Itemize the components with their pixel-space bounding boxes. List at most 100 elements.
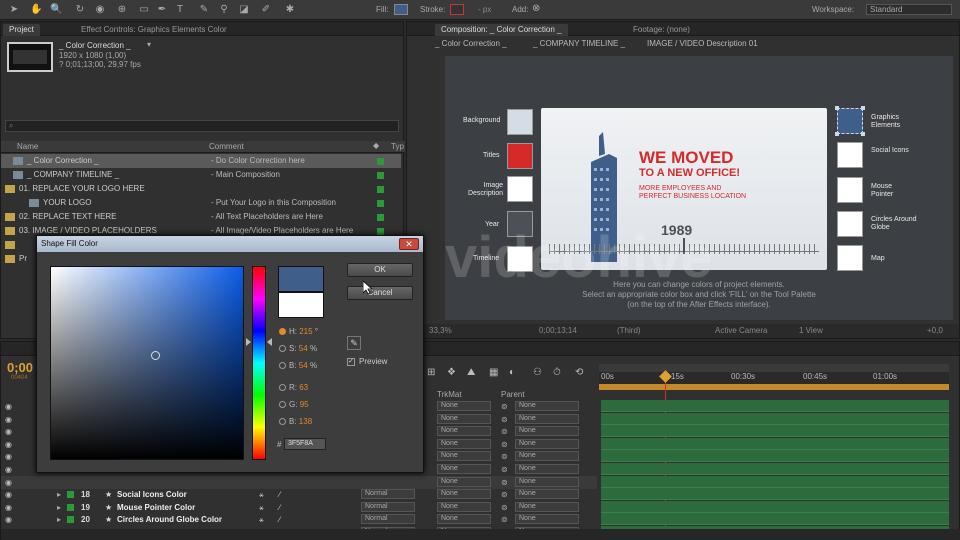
layer-duration-bar[interactable] — [601, 475, 949, 488]
swatch-map[interactable] — [837, 245, 863, 271]
trkmat-select[interactable]: None — [437, 438, 491, 449]
trkmat-select[interactable]: None — [437, 464, 491, 474]
layer-name[interactable]: Social Icons Color — [117, 488, 187, 501]
brightness-radio[interactable] — [279, 362, 286, 369]
red-radio[interactable] — [279, 384, 286, 391]
parent-select[interactable]: None — [515, 451, 579, 462]
pickwhip-icon[interactable]: ⊚ — [501, 400, 508, 413]
blue-radio[interactable] — [279, 418, 286, 425]
green-field[interactable]: G: 95 — [279, 399, 309, 411]
swatch-mouse-pointer[interactable] — [837, 177, 863, 203]
parent-select[interactable]: None — [515, 464, 579, 474]
workspace-select[interactable]: Standard — [866, 4, 952, 15]
shy-switch-icon[interactable]: ⚹ — [259, 488, 264, 501]
tab-footage[interactable]: Footage: (none) — [627, 24, 696, 36]
fill-color-swatch[interactable] — [394, 4, 408, 15]
eye-icon[interactable]: ◉ — [5, 425, 12, 438]
camera-tool-icon[interactable]: ◉ — [94, 4, 106, 16]
trkmat-select[interactable]: None — [437, 489, 491, 500]
graph-editor-icon[interactable]: ⚇ — [533, 367, 542, 378]
eye-icon[interactable]: ◉ — [5, 463, 12, 476]
hue-slider[interactable] — [252, 266, 266, 460]
brightness-field[interactable]: B: 54 % — [279, 360, 317, 372]
col-comment[interactable]: Comment — [209, 142, 244, 151]
eyedropper-icon[interactable]: ✎ — [347, 336, 361, 350]
quality-switch-icon[interactable]: ∕ — [279, 488, 280, 501]
eye-icon[interactable]: ◉ — [5, 400, 12, 413]
puppet-tool-icon[interactable]: ✱ — [284, 4, 296, 16]
layer-duration-bar[interactable] — [601, 450, 949, 463]
swatch-social-icons[interactable] — [837, 142, 863, 168]
layer-duration-bar[interactable] — [601, 463, 949, 475]
trkmat-select[interactable]: None — [437, 501, 491, 512]
preview-checkbox[interactable]: ✓ — [347, 358, 355, 366]
saturation-field[interactable]: S: 54 % — [279, 343, 317, 355]
red-field[interactable]: R: 63 — [279, 382, 308, 394]
blue-field[interactable]: B: 138 — [279, 416, 312, 428]
pickwhip-icon[interactable]: ⊚ — [501, 438, 508, 451]
timeline-timecode[interactable]: 0;00 — [7, 360, 33, 375]
composition-canvas[interactable]: Background Titles Image Description Year… — [445, 56, 953, 320]
old-color-swatch[interactable] — [278, 292, 324, 318]
trkmat-select[interactable]: None — [437, 401, 491, 411]
blend-mode-select[interactable]: Normal — [361, 514, 415, 525]
parent-select[interactable]: None — [515, 514, 579, 525]
pickwhip-icon[interactable]: ⊚ — [501, 450, 508, 463]
pickwhip-icon[interactable]: ⊚ — [501, 488, 508, 501]
pen-tool-icon[interactable]: ✒ — [156, 4, 168, 16]
eraser-tool-icon[interactable]: ◪ — [238, 4, 250, 16]
comp-timecode[interactable]: 0;00;13;14 — [539, 326, 577, 335]
layer-duration-bar[interactable] — [601, 488, 949, 501]
stopwatch-icon[interactable]: ⏱ — [553, 367, 561, 378]
layer-label-color[interactable] — [67, 503, 74, 511]
brush-tool-icon[interactable]: ✎ — [198, 4, 210, 16]
project-row-company-timeline[interactable]: _ COMPANY TIMELINE _ - Main Composition — [1, 168, 401, 182]
pickwhip-icon[interactable]: ⊚ — [501, 463, 508, 476]
quality-switch-icon[interactable]: ∕ — [279, 501, 280, 514]
eye-icon[interactable]: ◉ — [5, 513, 12, 526]
green-radio[interactable] — [279, 401, 286, 408]
eye-icon[interactable]: ◉ — [5, 413, 12, 426]
project-row-folder-text[interactable]: 02. REPLACE TEXT HERE - All Text Placehol… — [1, 210, 401, 224]
eye-icon[interactable]: ◉ — [5, 488, 12, 501]
camera-select[interactable]: Active Camera — [715, 326, 767, 335]
project-row-your-logo[interactable]: YOUR LOGO - Put Your Logo in this Composi… — [1, 196, 401, 210]
layer-duration-bar[interactable] — [601, 425, 949, 438]
timeline-layer-row[interactable]: ◉ None ⊚ None — [1, 475, 597, 489]
timeline-layer-row[interactable]: ◉ ▸ 19 ★ Mouse Pointer Color ⚹ ∕ Normal None ⊚ Non… — [1, 501, 597, 514]
parent-select[interactable]: None — [515, 401, 579, 411]
frame-blending-icon[interactable]: ▦ — [489, 367, 498, 378]
pickwhip-icon[interactable]: ⊚ — [501, 413, 508, 426]
draft-3d-icon[interactable]: ❖ — [447, 367, 456, 378]
tab-project[interactable]: Project — [3, 24, 40, 36]
view-select[interactable]: 1 View — [799, 326, 823, 335]
saturation-radio[interactable] — [279, 345, 286, 352]
rotate-tool-icon[interactable]: ↻ — [74, 4, 86, 16]
shy-layers-icon[interactable]: ⛰ — [467, 367, 475, 378]
project-row-folder-logo[interactable]: 01. REPLACE YOUR LOGO HERE — [1, 182, 401, 196]
blend-mode-select[interactable]: Normal — [361, 489, 415, 500]
eye-icon[interactable]: ◉ — [5, 501, 12, 514]
pickwhip-icon[interactable]: ⊚ — [501, 513, 508, 526]
hue-radio[interactable] — [279, 328, 286, 335]
motion-blur-icon[interactable]: ◐ — [509, 367, 515, 378]
swatch-graphics-elements[interactable] — [835, 106, 865, 136]
stroke-width-value[interactable]: - px — [478, 5, 491, 14]
swatch-titles[interactable] — [507, 143, 533, 169]
ok-button[interactable]: OK — [347, 263, 413, 277]
blend-mode-select[interactable]: Normal — [361, 501, 415, 512]
project-search-input[interactable]: ⌕ — [5, 120, 399, 132]
color-picker-cursor[interactable] — [151, 351, 160, 360]
pan-behind-tool-icon[interactable]: ⊕ — [116, 4, 128, 16]
hand-tool-icon[interactable]: ✋ — [30, 4, 42, 16]
layer-name[interactable]: Mouse Pointer Color — [117, 501, 195, 514]
parent-select[interactable]: None — [515, 501, 579, 512]
rectangle-tool-icon[interactable]: ▭ — [138, 4, 150, 16]
shy-switch-icon[interactable]: ⚹ — [259, 513, 264, 526]
parent-select[interactable]: None — [515, 413, 579, 424]
shy-switch-icon[interactable]: ⚹ — [259, 501, 264, 514]
pickwhip-icon[interactable]: ⊚ — [501, 501, 508, 514]
hex-input[interactable]: 3F5F8A — [284, 438, 326, 450]
col-name[interactable]: Name — [17, 142, 38, 151]
parent-select[interactable]: None — [515, 438, 579, 449]
